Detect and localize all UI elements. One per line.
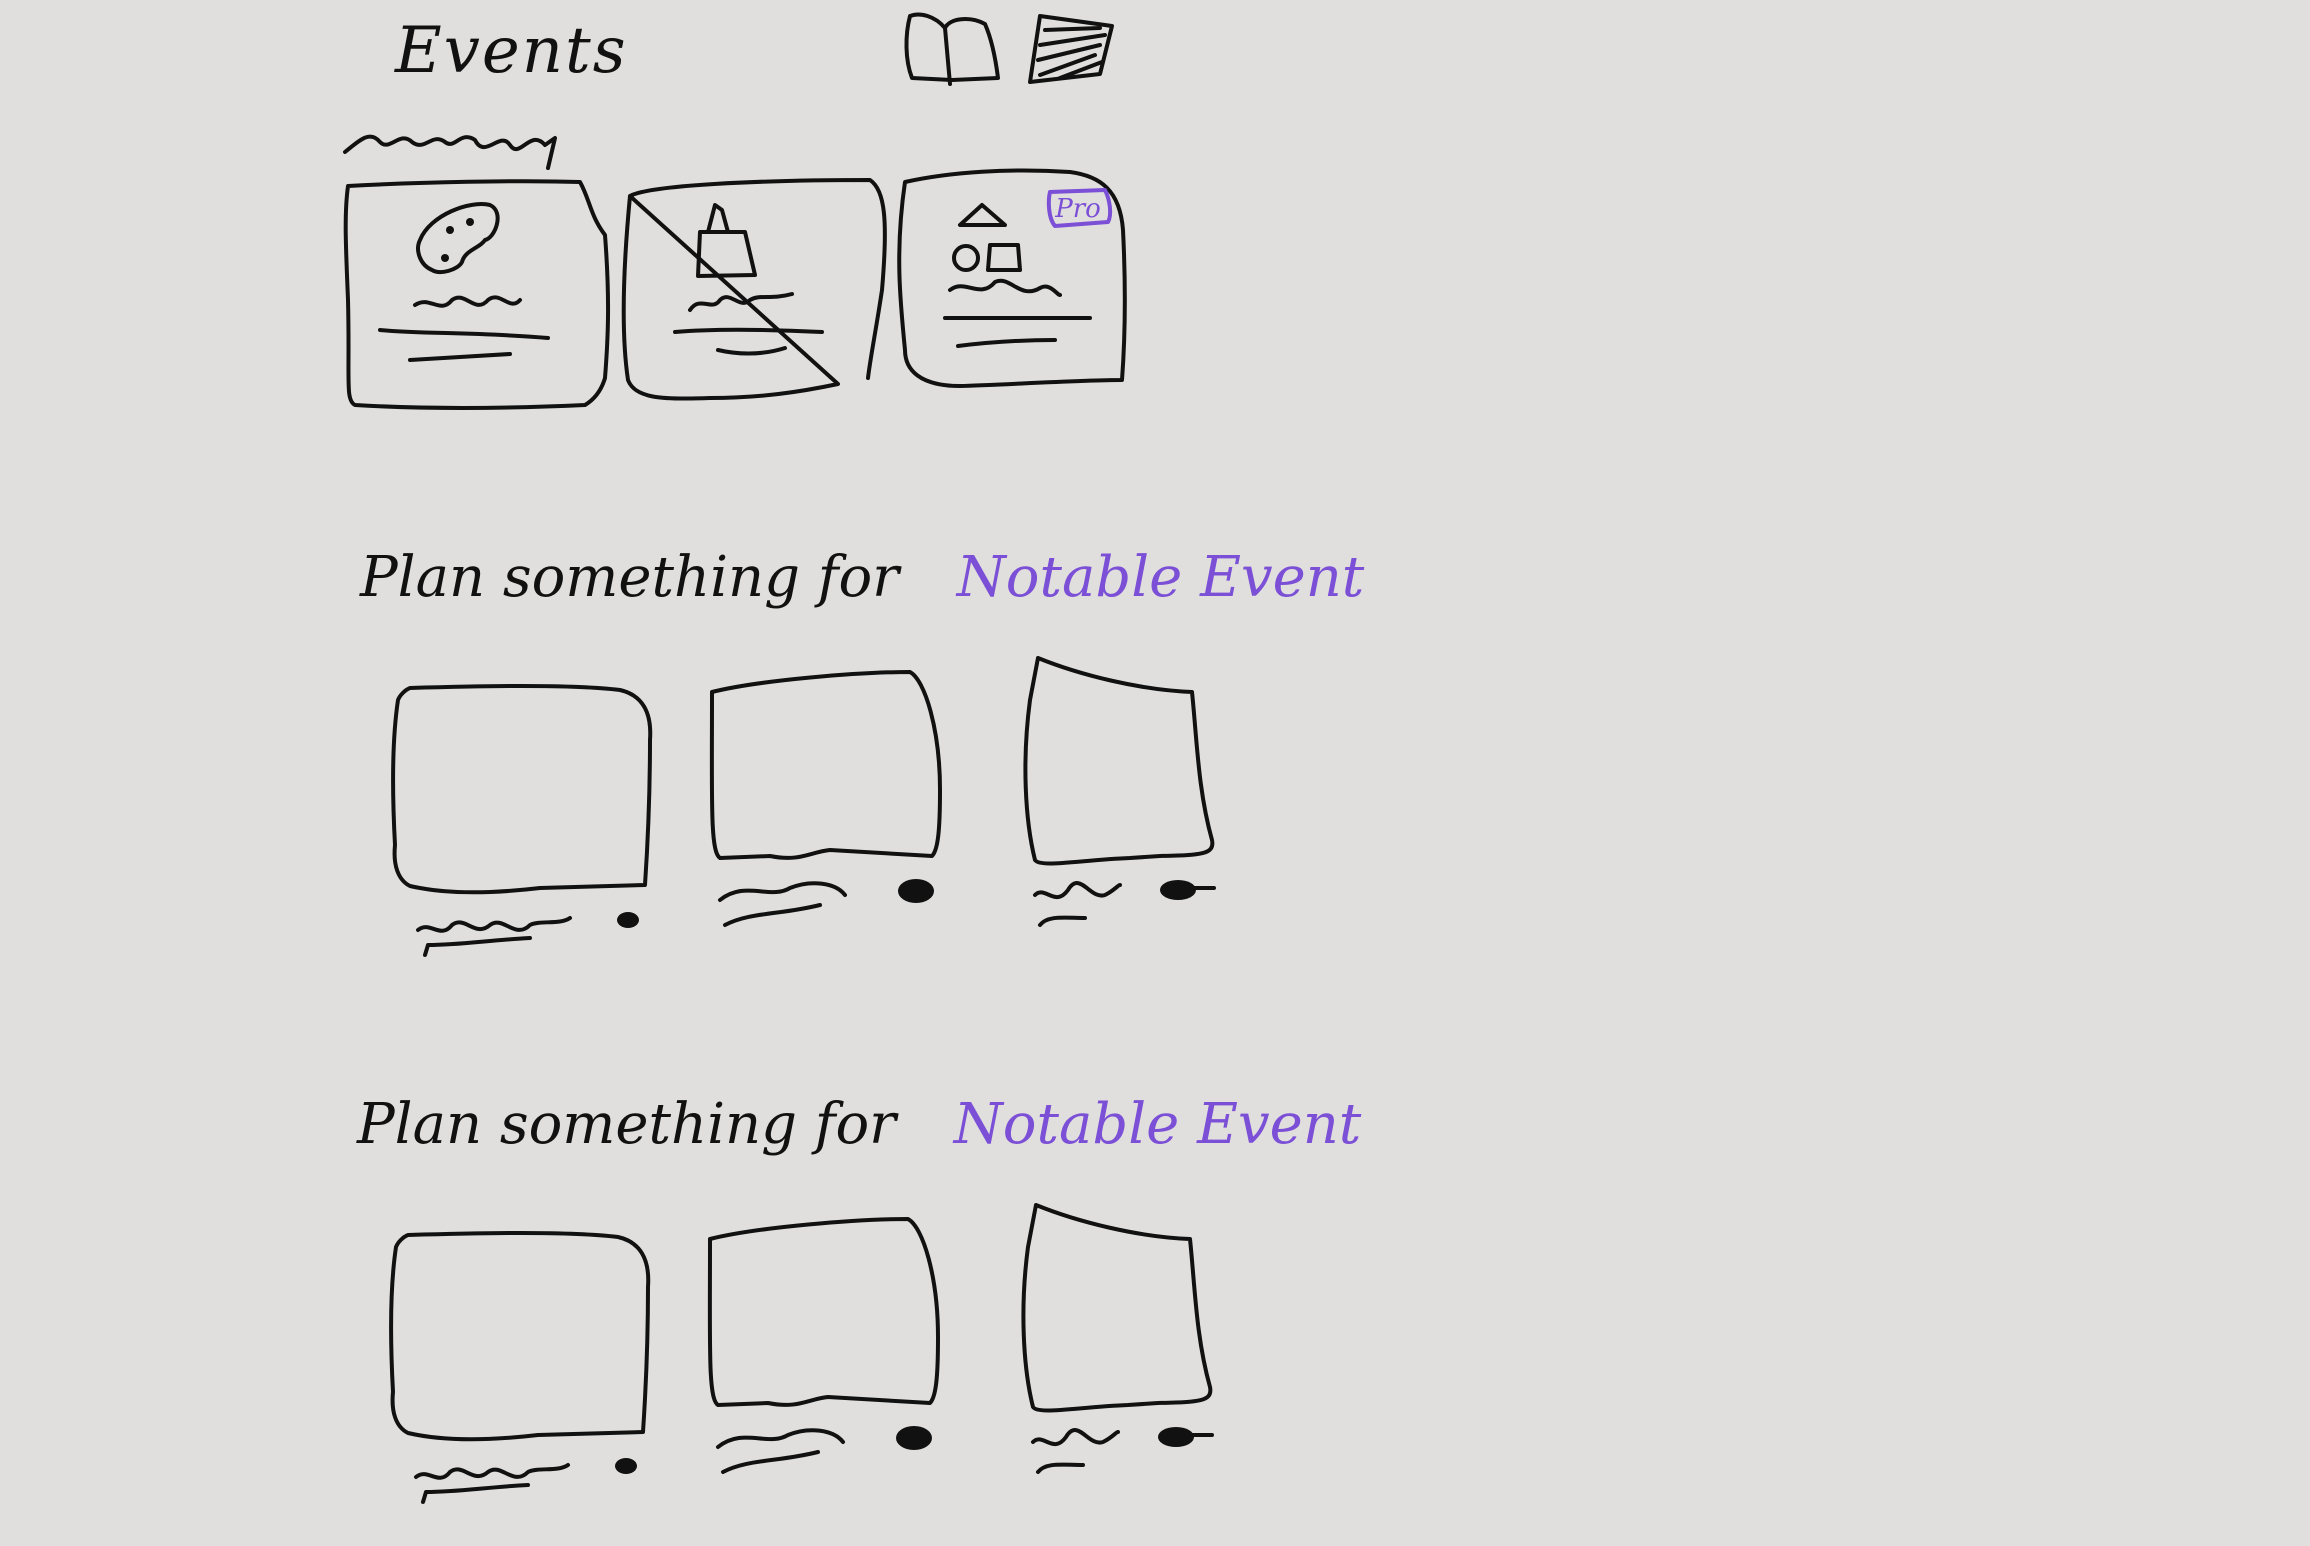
section-heading-2: Plan something for Notable Event xyxy=(357,1092,1361,1157)
section-heading-highlight[interactable]: Notable Event xyxy=(957,545,1365,610)
palette-icon xyxy=(416,202,500,274)
featured-card-2[interactable] xyxy=(621,178,887,401)
pro-badge-label: Pro xyxy=(1054,194,1101,224)
featured-card-3[interactable]: Pro xyxy=(897,168,1127,388)
section-2-tiles xyxy=(389,1203,1214,1504)
pro-badge: Pro xyxy=(1046,188,1113,228)
section-heading-prefix: Plan something for xyxy=(357,1092,896,1157)
section-heading-1: Plan something for Notable Event xyxy=(360,545,1364,610)
event-tile[interactable] xyxy=(707,1217,940,1474)
subtitle-scribble xyxy=(343,134,557,170)
section-heading-highlight[interactable]: Notable Event xyxy=(954,1092,1362,1157)
event-tile[interactable] xyxy=(1021,1203,1214,1474)
event-tile[interactable] xyxy=(389,1231,651,1504)
book-icon[interactable] xyxy=(904,12,1000,86)
shapes-icon xyxy=(952,203,1022,272)
calendar-icon[interactable] xyxy=(1028,14,1114,84)
section-heading-prefix: Plan something for xyxy=(360,545,899,610)
event-tile[interactable] xyxy=(391,684,653,957)
event-tile[interactable] xyxy=(709,670,942,927)
sketch-canvas: Pro xyxy=(343,12,1216,1504)
featured-card-1[interactable] xyxy=(343,179,611,411)
section-1-tiles xyxy=(391,656,1216,957)
event-tile[interactable] xyxy=(1023,656,1216,927)
